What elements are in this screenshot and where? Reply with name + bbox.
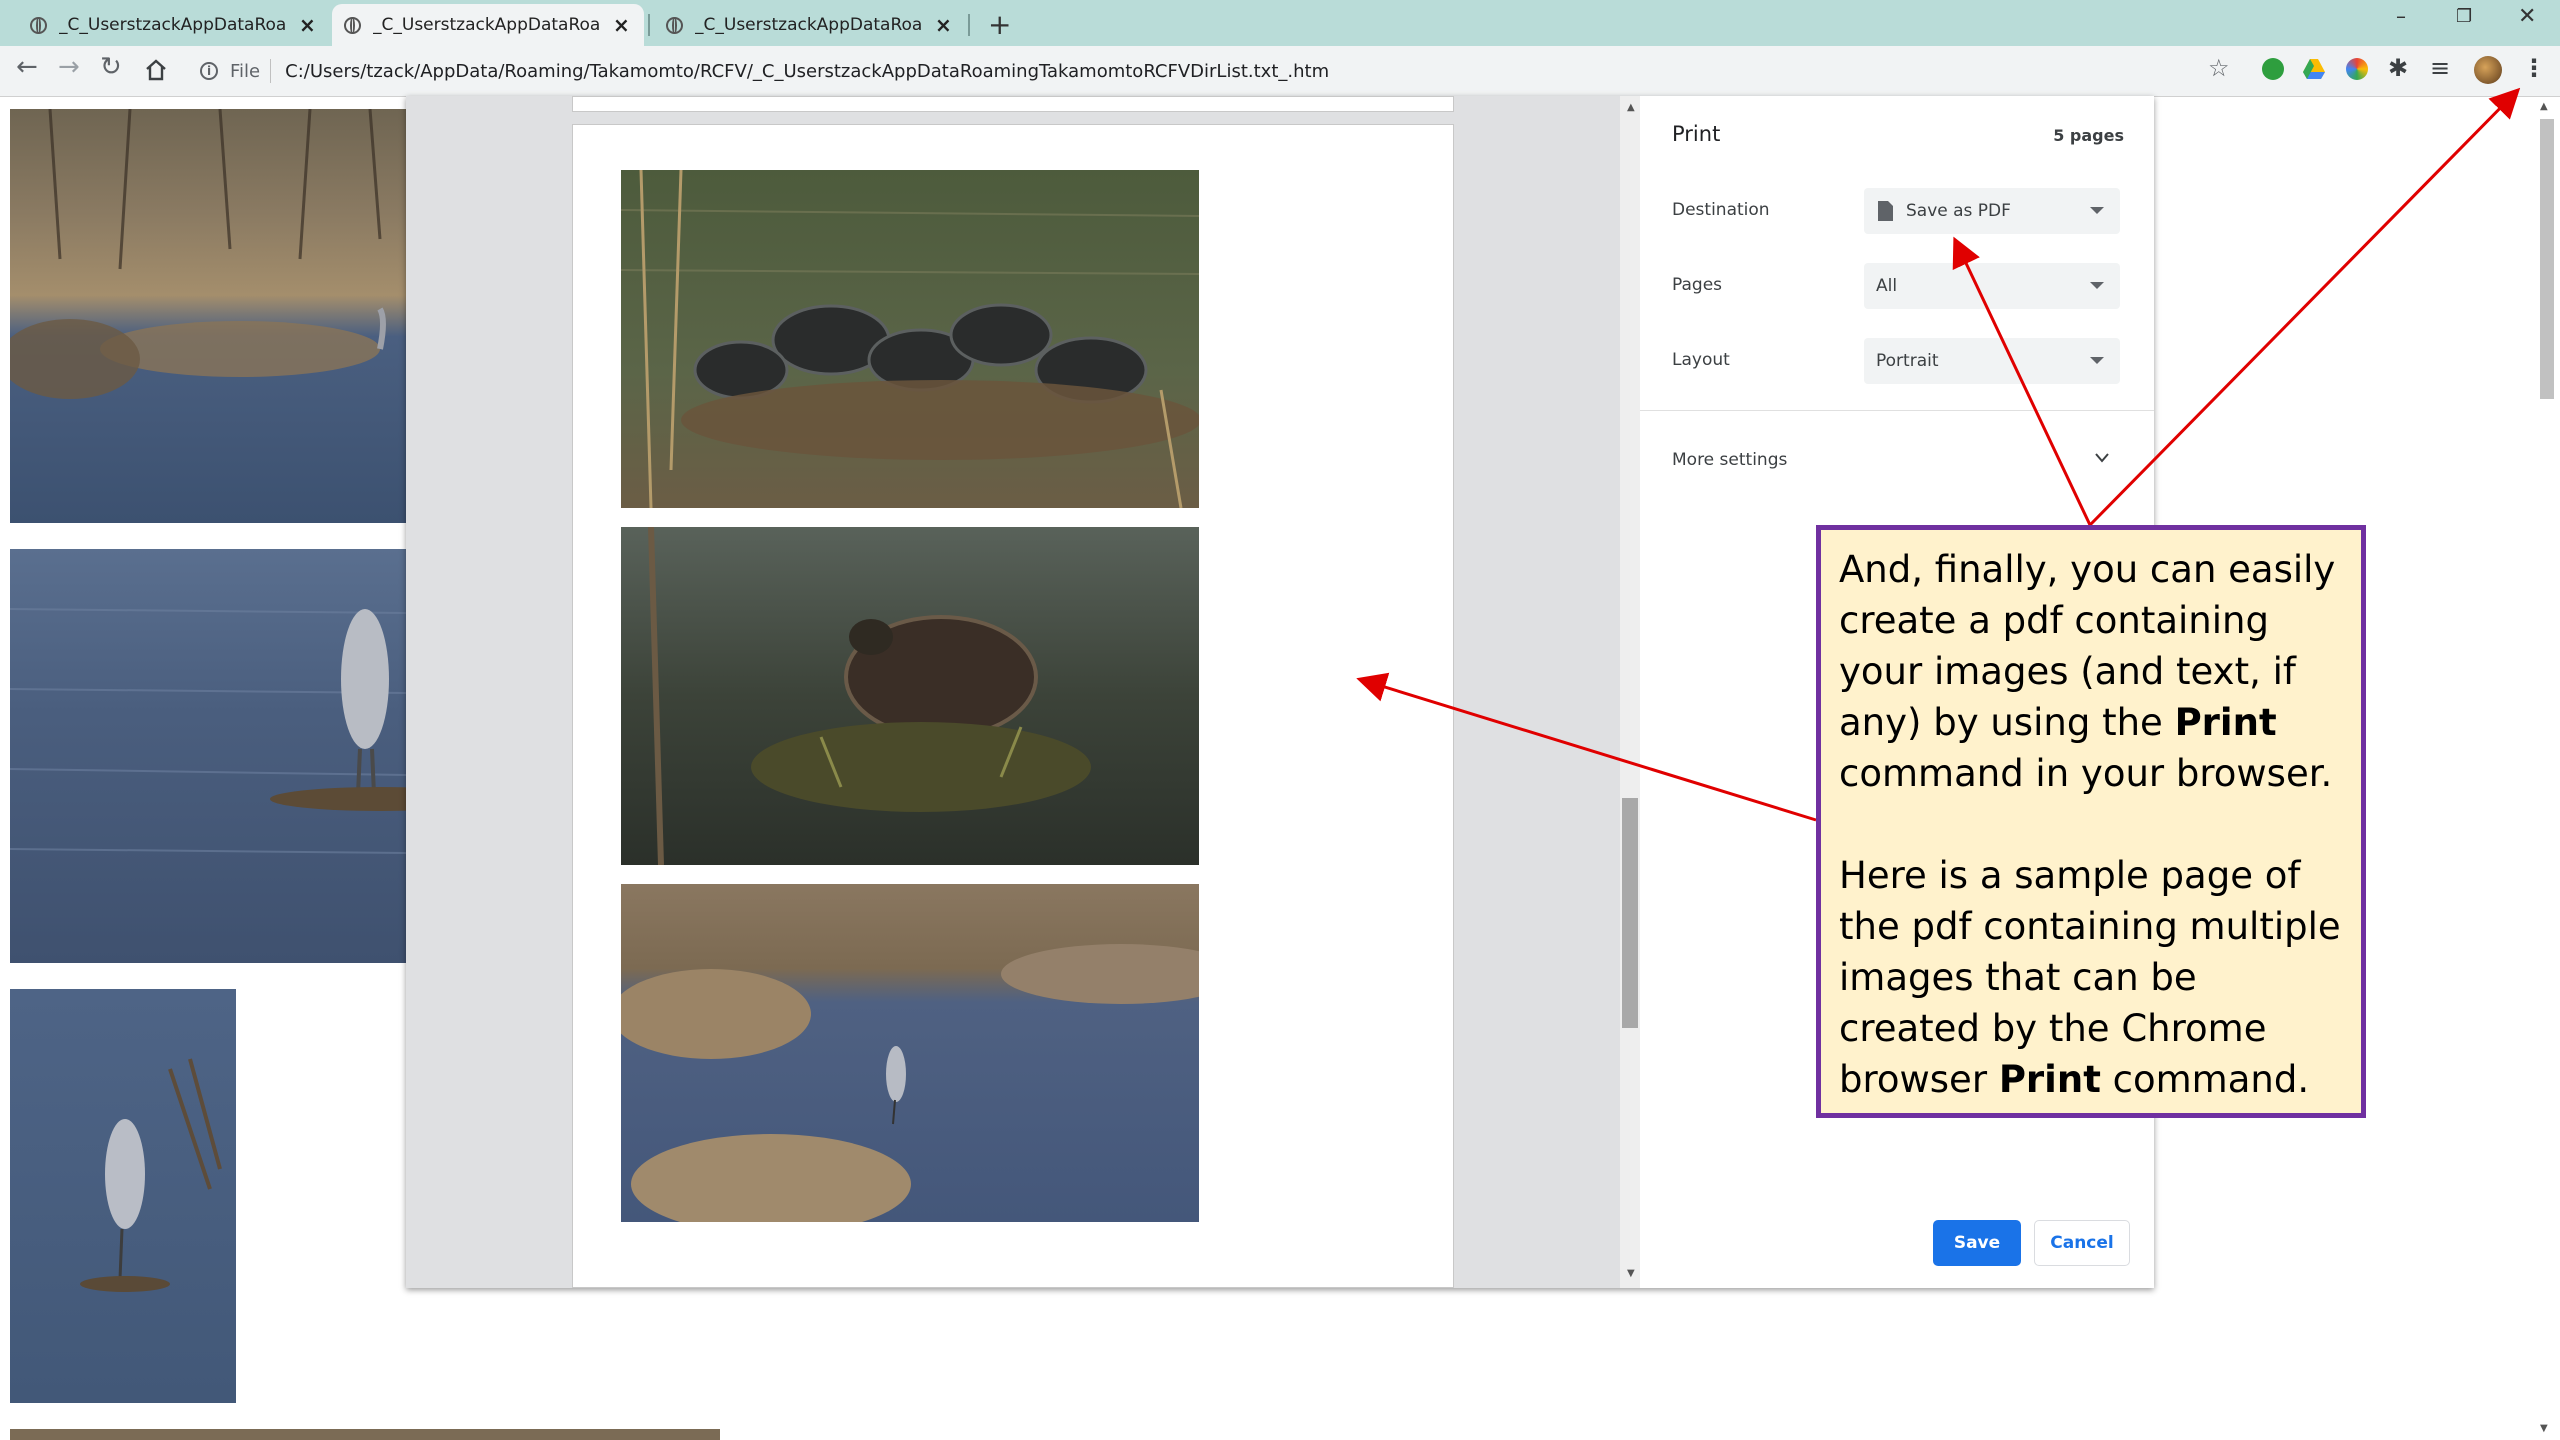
arrow-to-menu <box>2088 87 2521 527</box>
callout-bold: Print <box>2174 701 2277 744</box>
arrow-to-destination <box>1952 236 2092 526</box>
callout-text: command. <box>2100 1058 2310 1101</box>
arrow-to-preview <box>1356 672 1817 822</box>
callout-box: And, finally, you can easily create a pd… <box>1816 525 2366 1118</box>
callout-bold: Print <box>1998 1058 2101 1101</box>
callout-paragraph-2: Here is a sample page of the pdf contain… <box>1839 850 2343 1105</box>
callout-paragraph-1: And, finally, you can easily create a pd… <box>1839 544 2343 799</box>
callout-text: command in your browser. <box>1839 752 2333 795</box>
